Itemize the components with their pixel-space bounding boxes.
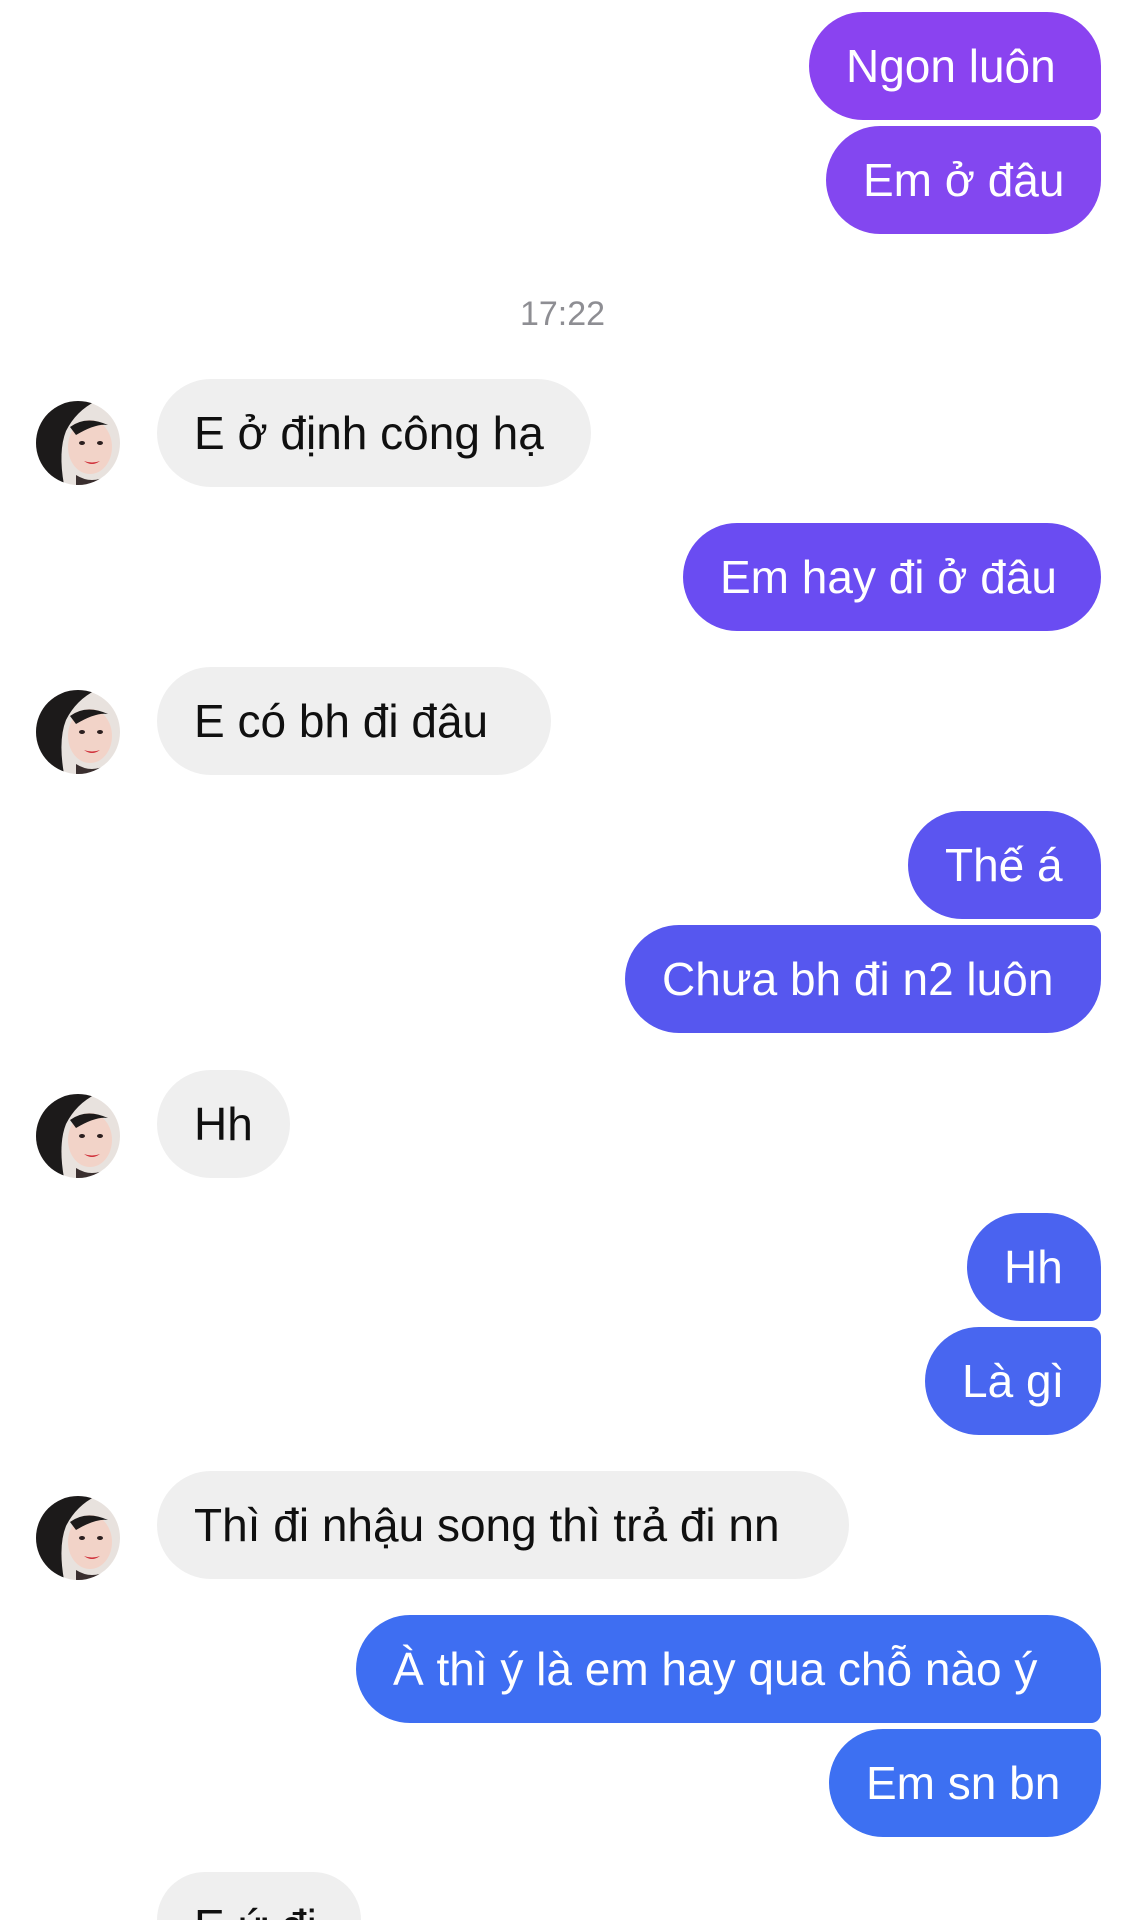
outgoing-message[interactable]: Em sn bn [829,1729,1101,1837]
outgoing-message[interactable]: Thế á [908,811,1101,919]
outgoing-message[interactable]: À thì ý là em hay qua chỗ nào ý [356,1615,1101,1723]
avatar-photo [36,401,120,485]
contact-avatar[interactable] [36,401,120,485]
incoming-message[interactable]: E có bh đi đâu [157,667,551,775]
outgoing-message[interactable]: Là gì [925,1327,1101,1435]
outgoing-message[interactable]: Em hay đi ở đâu [683,523,1101,631]
incoming-message[interactable]: E ở định công hạ [157,379,591,487]
incoming-message[interactable]: Thì đi nhậu song thì trả đi nn [157,1471,849,1579]
contact-avatar[interactable] [36,1094,120,1178]
avatar-photo [36,690,120,774]
incoming-message[interactable]: E ứ đi [157,1872,361,1920]
message-timestamp: 17:22 [519,295,606,333]
avatar-photo [36,1496,120,1580]
incoming-message[interactable]: Hh [157,1070,290,1178]
outgoing-message[interactable]: Chưa bh đi n2 luôn [625,925,1101,1033]
avatar-photo [36,1094,120,1178]
contact-avatar[interactable] [36,1496,120,1580]
outgoing-message[interactable]: Em ở đâu [826,126,1101,234]
outgoing-message[interactable]: Hh [967,1213,1101,1321]
outgoing-message[interactable]: Ngon luôn [809,12,1101,120]
contact-avatar[interactable] [36,690,120,774]
message-thread[interactable]: Ngon luôn Em ở đâu 17:22 E ở định công h… [0,0,1125,1920]
